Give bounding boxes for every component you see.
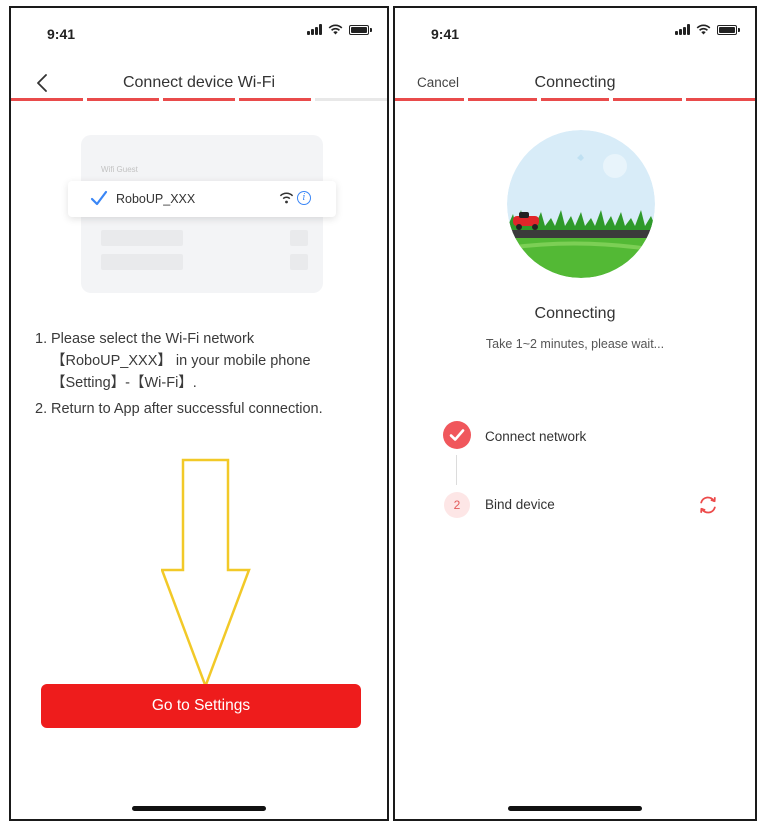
page-title: Connecting [534,74,616,91]
step-text: Return to App after successful connectio… [51,401,323,417]
info-icon: i [297,191,311,205]
step-text: Please select the Wi-Fi network 【RoboUP_… [51,331,311,391]
progress-segment [395,98,464,101]
progress-segment [315,98,387,101]
progress-segment [467,98,537,101]
nav-bar: Connect device Wi-Fi [11,60,387,100]
progress-segment [239,98,311,101]
status-time: 9:41 [47,26,76,42]
progress-segment [163,98,235,101]
wifi-list-header: Wifi Guest [101,165,138,174]
status-icons [307,24,372,35]
status-bar: 9:41 [395,8,755,58]
nav-bar: Cancel Connecting [395,60,755,100]
home-indicator [508,806,642,811]
wifi-network-row: RoboUP_XXX i [68,181,336,217]
phone-screen-connect-wifi: 9:41 Connect device Wi-Fi Wifi Guest Rob… [9,6,389,821]
progress-segment [613,98,683,101]
connecting-status-title: Connecting [534,305,616,322]
page-title: Connect device Wi-Fi [122,74,276,91]
status-icons [675,24,740,35]
instruction-list: 1. Please select the Wi-Fi network 【Robo… [35,328,375,424]
step-progress-bar [11,98,387,101]
check-circle-icon [443,421,471,449]
progress-segment [11,98,83,101]
refresh-icon [700,496,716,514]
progress-segment [87,98,159,101]
step-number-badge: 2 [444,492,470,518]
placeholder-bar [101,230,183,246]
arrow-down-icon [161,458,251,688]
connecting-status-subtitle: Take 1~2 minutes, please wait... [485,337,665,351]
robot-mower-illustration [507,130,655,278]
status-time: 9:41 [431,26,460,42]
instruction-step: 1. Please select the Wi-Fi network 【Robo… [35,328,375,394]
step-number: 2. [35,401,48,417]
step-label-bind-device: Bind device [485,497,555,512]
step-number: 1. [35,331,48,347]
instruction-step: 2. Return to App after successful connec… [35,398,375,420]
placeholder-bar [290,230,308,246]
placeholder-bar [101,254,183,270]
go-to-settings-button[interactable]: Go to Settings [41,684,361,728]
placeholder-bar [290,254,308,270]
cellular-signal-icon [675,24,690,35]
phone-screen-connecting: 9:41 Cancel Connecting Connecting Take 1… [393,6,757,821]
step-label-connect-network: Connect network [485,429,587,444]
step-connector [456,455,457,485]
step-progress-bar [395,98,755,101]
wifi-network-name: RoboUP_XXX [116,192,196,206]
battery-icon [717,24,740,35]
wifi-status-icon [328,24,343,35]
progress-segment [540,98,610,101]
home-indicator [132,806,266,811]
progress-segment [686,98,755,101]
wifi-status-icon [696,24,711,35]
battery-icon [349,24,372,35]
status-bar: 9:41 [11,8,387,58]
wifi-icon [279,192,294,204]
checkmark-icon [90,190,108,206]
cellular-signal-icon [307,24,322,35]
